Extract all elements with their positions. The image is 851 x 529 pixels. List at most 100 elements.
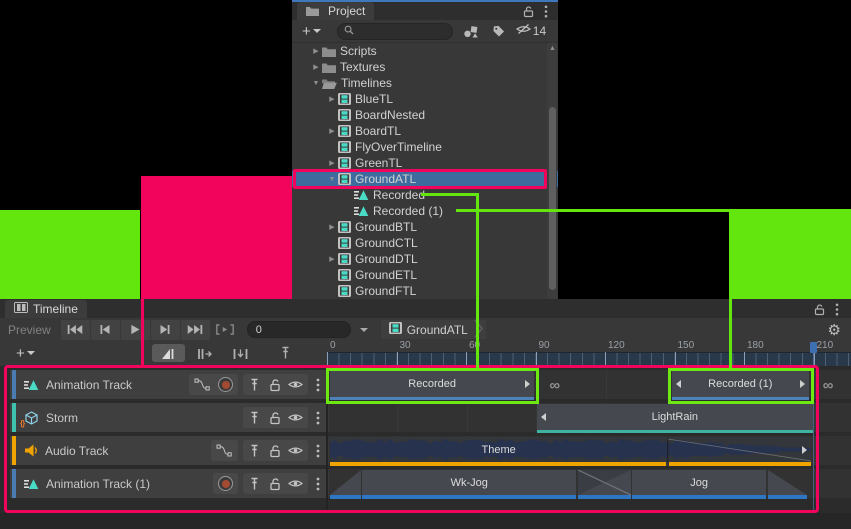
below-tracks-strip [0, 513, 851, 529]
hidden-count-button[interactable]: 14 [516, 22, 546, 40]
timeline-icon [338, 125, 351, 137]
tree-item-grounddtl[interactable]: ▶ GroundDTL [292, 251, 558, 267]
tree-item-label: GroundETL [355, 268, 417, 282]
timeline-icon [338, 221, 351, 233]
folder-icon [306, 6, 319, 16]
tab-timeline[interactable]: Timeline [5, 300, 87, 318]
add-track-button[interactable]: + [16, 346, 35, 361]
timeline-icon [338, 269, 351, 281]
ruler-label: 30 [400, 340, 411, 351]
ruler-major-tick [675, 352, 676, 365]
tree-item-groundctl[interactable]: GroundCTL [292, 235, 558, 251]
foldout-collapsed-icon[interactable]: ▶ [326, 127, 338, 135]
ruler-major-tick [744, 352, 745, 365]
folder-icon [322, 46, 336, 57]
timeline-asset-icon [389, 322, 402, 337]
play-button[interactable] [121, 320, 150, 340]
tree-item-groundbtl[interactable]: ▶GroundBTL [292, 219, 558, 235]
scrollbar-thumb[interactable] [549, 107, 556, 290]
tree-item-label: BoardTL [355, 124, 401, 138]
play-range-button[interactable] [211, 320, 240, 340]
green-line-recorded1-v [729, 211, 732, 368]
tree-item-scripts[interactable]: ▶ Scripts [292, 43, 558, 59]
create-asset-button[interactable]: + [302, 24, 321, 39]
ruler-major-tick [536, 352, 537, 365]
infinite-duration-icon: ∞ [823, 377, 834, 394]
gear-icon[interactable]: ⚙ [828, 321, 841, 339]
foldout-collapsed-icon[interactable]: ▶ [326, 95, 338, 103]
folder-icon [322, 62, 336, 73]
time-dropdown-caret[interactable] [360, 328, 368, 332]
tree-item-label: FlyOverTimeline [355, 140, 442, 154]
magenta-block [141, 176, 292, 299]
folder-open-icon [322, 78, 337, 89]
ruler-major-tick [397, 352, 398, 365]
tree-item-bluetl[interactable]: ▶ BlueTL [292, 91, 558, 107]
time-field[interactable] [247, 321, 351, 338]
green-highlight-recorded [326, 368, 539, 404]
hidden-count: 14 [533, 24, 546, 38]
tree-item-label: GroundCTL [355, 236, 418, 250]
anim-clip-icon [354, 189, 369, 201]
tree-item-label: Timelines [341, 76, 392, 90]
timeline-icon [338, 93, 351, 105]
ripple-mode-button[interactable] [188, 344, 221, 362]
green-block-right [731, 212, 851, 299]
timeline-icon [338, 253, 351, 265]
foldout-collapsed-icon[interactable]: ▶ [310, 63, 322, 71]
go-to-start-button[interactable] [61, 320, 90, 340]
breadcrumb[interactable]: GroundATL [381, 320, 486, 339]
tree-item-label: BoardNested [355, 108, 425, 122]
tab-project[interactable]: Project [297, 2, 374, 20]
pin-marker-button[interactable] [269, 344, 302, 362]
preview-button[interactable]: Preview [8, 323, 51, 337]
next-frame-button[interactable] [151, 320, 180, 340]
foldout-collapsed-icon[interactable]: ▶ [326, 255, 338, 263]
foldout-expanded-icon[interactable]: ▼ [310, 80, 322, 87]
tree-item-timelines[interactable]: ▼ Timelines [292, 75, 558, 91]
tree-item-groundetl[interactable]: GroundETL [292, 267, 558, 283]
tree-item-boardtl[interactable]: ▶ BoardTL [292, 123, 558, 139]
tab-project-label: Project [328, 4, 365, 18]
previous-frame-button[interactable] [91, 320, 120, 340]
time-ruler[interactable] [327, 352, 851, 366]
scrollbar-up-arrow[interactable]: ▲ [549, 45, 556, 52]
anim-clip-icon [354, 205, 369, 217]
tree-item-label: Recorded [373, 188, 425, 202]
ruler-label: 210 [817, 340, 834, 351]
ruler-label: 90 [539, 340, 550, 351]
search-icon [344, 22, 354, 40]
timeline-tab-bar: Timeline [0, 299, 851, 318]
foldout-collapsed-icon[interactable]: ▶ [326, 159, 338, 167]
ruler-major-tick [466, 352, 467, 365]
go-to-end-button[interactable] [181, 320, 210, 340]
project-window: Project + 14 ▶ Scripts ▶ Textures ▼ Timelines… [292, 0, 558, 299]
search-input[interactable] [358, 25, 446, 38]
timeline-end-marker[interactable] [810, 342, 817, 353]
tree-item-label: GroundDTL [355, 252, 418, 266]
tree-item-label: Scripts [340, 44, 377, 58]
timeline-icon [338, 141, 351, 153]
green-line-recorded-h [421, 193, 479, 196]
green-line-recorded-v [476, 193, 479, 368]
eye-slash-icon [516, 22, 531, 40]
timeline-transport-toolbar: Preview GroundATL ⚙ [0, 318, 851, 342]
project-toolbar: + 14 [292, 20, 558, 43]
mix-mode-button[interactable] [152, 344, 185, 362]
green-block-left [0, 210, 140, 299]
foldout-collapsed-icon[interactable]: ▶ [326, 223, 338, 231]
replace-mode-button[interactable] [224, 344, 257, 362]
unity-editor-screenshot: Project + 14 ▶ Scripts ▶ Textures ▼ Timelines… [0, 0, 851, 529]
timeline-icon [338, 109, 351, 121]
tree-item-label: BlueTL [355, 92, 393, 106]
tree-item-label: GreenTL [355, 156, 402, 170]
search-by-label-button[interactable] [492, 25, 505, 37]
tree-item-textures[interactable]: ▶ Textures [292, 59, 558, 75]
foldout-collapsed-icon[interactable]: ▶ [310, 47, 322, 55]
tree-item-flyovertimeline[interactable]: FlyOverTimeline [292, 139, 558, 155]
search-by-type-button[interactable] [463, 25, 479, 38]
tree-item-boardnested[interactable]: BoardNested [292, 107, 558, 123]
tree-item-label: Textures [340, 60, 385, 74]
tree-item-groundftl[interactable]: GroundFTL [292, 283, 558, 299]
ruler-label: 120 [608, 340, 625, 351]
